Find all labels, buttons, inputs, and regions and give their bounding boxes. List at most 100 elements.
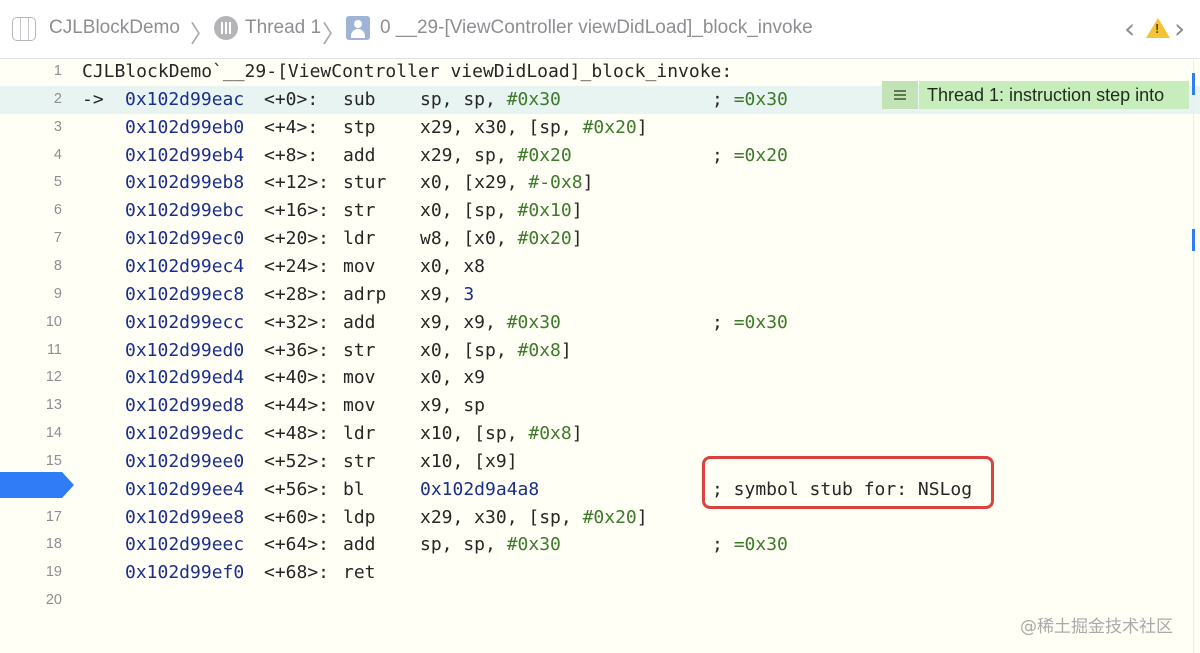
operands: x0, [x29, #-0x8] bbox=[420, 172, 594, 194]
jump-bar: CJLBlockDemo 〉 Thread 1 〉 0 __29-[ViewCo… bbox=[0, 0, 1200, 59]
code-line[interactable]: 19 0x102d99ef0 <+68>: ret bbox=[0, 559, 1200, 587]
instruction-offset: <+48>: bbox=[264, 423, 330, 445]
instruction-offset: <+8>: bbox=[264, 144, 319, 166]
code-line[interactable]: 9 0x102d99ec8 <+28>: adrp x9, 3 bbox=[0, 281, 1200, 309]
warning-mark: ! bbox=[1155, 21, 1160, 36]
instruction-address: 0x102d99eb4 bbox=[125, 144, 245, 166]
line-number[interactable]: 12 bbox=[0, 364, 62, 392]
line-number[interactable]: 11 bbox=[0, 337, 62, 365]
scroll-marker bbox=[1192, 73, 1195, 95]
instruction-address: 0x102d99ed8 bbox=[125, 395, 245, 417]
line-number[interactable]: 8 bbox=[0, 253, 62, 281]
instruction-offset: <+56>: bbox=[264, 478, 330, 500]
instruction-offset: <+52>: bbox=[264, 450, 330, 472]
instruction-offset: <+28>: bbox=[264, 283, 330, 305]
line-number[interactable]: 7 bbox=[0, 225, 62, 253]
line-number[interactable]: 19 bbox=[0, 559, 62, 587]
chevron-left-icon[interactable]: ‹ bbox=[1124, 12, 1135, 45]
code-line[interactable]: 3 0x102d99eb0 <+4>: stp x29, x30, [sp, #0x20… bbox=[0, 114, 1200, 142]
line-number[interactable]: 15 bbox=[0, 448, 62, 476]
operands: x10, [sp, #0x8] bbox=[420, 423, 583, 445]
instruction-offset: <+60>: bbox=[264, 506, 330, 528]
breadcrumb-frame[interactable]: 0 __29-[ViewController viewDidLoad]_bloc… bbox=[380, 17, 813, 39]
code-line[interactable]: 160x102d99ee4<+56>:bl0x102d9a4a8; symbol… bbox=[0, 476, 1200, 504]
instruction-offset: <+40>: bbox=[264, 367, 330, 389]
line-number[interactable]: 17 bbox=[0, 504, 62, 532]
instruction-address: 0x102d99ec0 bbox=[125, 228, 245, 250]
operands: x9, x9, #0x30 bbox=[420, 311, 561, 333]
hamburger-icon[interactable] bbox=[882, 81, 918, 109]
instruction-address: 0x102d99ed4 bbox=[125, 367, 245, 389]
instruction-address: 0x102d99ef0 bbox=[125, 562, 245, 584]
instruction-address: 0x102d99ee0 bbox=[125, 450, 245, 472]
line-number[interactable]: 2 bbox=[0, 86, 62, 114]
comment: ; =0x20 bbox=[712, 144, 788, 166]
mnemonic: ldr bbox=[343, 423, 376, 445]
line-number[interactable]: 5 bbox=[0, 169, 62, 197]
instruction-offset: <+0>: bbox=[264, 88, 319, 110]
highlight-callout bbox=[702, 456, 994, 509]
line-number[interactable]: 10 bbox=[0, 309, 62, 337]
instruction-address: 0x102d99ec4 bbox=[125, 255, 245, 277]
thread-icon[interactable] bbox=[214, 16, 238, 40]
operands: x0, [sp, #0x8] bbox=[420, 339, 572, 361]
instruction-address: 0x102d99eb8 bbox=[125, 172, 245, 194]
mnemonic: str bbox=[343, 450, 376, 472]
mnemonic: stur bbox=[343, 172, 387, 194]
chevron-right-nav-icon[interactable]: › bbox=[1174, 12, 1185, 45]
breadcrumb-thread[interactable]: Thread 1 bbox=[245, 17, 321, 39]
line-number[interactable]: 4 bbox=[0, 142, 62, 170]
code-line[interactable]: 15 0x102d99ee0 <+52>: str x10, [x9] bbox=[0, 448, 1200, 476]
code-line[interactable]: 4 0x102d99eb4 <+8>: add x29, sp, #0x20 ; =0x2… bbox=[0, 142, 1200, 170]
line-number[interactable]: 9 bbox=[0, 281, 62, 309]
code-line[interactable]: 20 bbox=[0, 587, 1200, 615]
comment: ; =0x30 bbox=[712, 88, 788, 110]
line-number[interactable]: 14 bbox=[0, 420, 62, 448]
thread-annotation: Thread 1: instruction step into bbox=[919, 81, 1189, 109]
operands: x10, [x9] bbox=[420, 450, 518, 472]
mnemonic: str bbox=[343, 339, 376, 361]
line-number[interactable]: 18 bbox=[0, 531, 62, 559]
instruction-offset: <+20>: bbox=[264, 228, 330, 250]
instruction-offset: <+68>: bbox=[264, 562, 330, 584]
line-number[interactable]: 20 bbox=[0, 587, 62, 615]
instruction-offset: <+64>: bbox=[264, 534, 330, 556]
line-number[interactable]: 3 bbox=[0, 114, 62, 142]
operands: x0, x8 bbox=[420, 255, 486, 277]
mnemonic: add bbox=[343, 144, 376, 166]
mnemonic: ret bbox=[343, 562, 376, 584]
stack-frame-icon[interactable] bbox=[346, 16, 370, 40]
operands: x29, x30, [sp, #0x20] bbox=[420, 506, 648, 528]
code-line[interactable]: 10 0x102d99ecc <+32>: add x9, x9, #0x30 ; =0x… bbox=[0, 309, 1200, 337]
breakpoint-indicator[interactable] bbox=[0, 472, 74, 498]
instruction-offset: <+24>: bbox=[264, 255, 330, 277]
code-line[interactable]: 14 0x102d99edc <+48>: ldr x10, [sp, #0x8] bbox=[0, 420, 1200, 448]
code-line[interactable]: 12 0x102d99ed4 <+40>: mov x0, x9 bbox=[0, 364, 1200, 392]
code-line[interactable]: 7 0x102d99ec0 <+20>: ldr w8, [x0, #0x20] bbox=[0, 225, 1200, 253]
code-line[interactable]: 5 0x102d99eb8 <+12>: stur x0, [x29, #-0x8] bbox=[0, 169, 1200, 197]
mnemonic: add bbox=[343, 311, 376, 333]
line-number[interactable]: 6 bbox=[0, 197, 62, 225]
code-line[interactable]: 8 0x102d99ec4 <+24>: mov x0, x8 bbox=[0, 253, 1200, 281]
pc-arrow: -> bbox=[82, 88, 104, 110]
operands: x0, x9 bbox=[420, 367, 486, 389]
line-number[interactable]: 1 bbox=[0, 58, 62, 86]
code-line[interactable]: 17 0x102d99ee8 <+60>: ldp x29, x30, [sp, #0x… bbox=[0, 504, 1200, 532]
instruction-offset: <+4>: bbox=[264, 116, 319, 138]
line-number[interactable]: 13 bbox=[0, 392, 62, 420]
disassembly-view[interactable]: 1 CJLBlockDemo`__29-[ViewController viewD… bbox=[0, 58, 1200, 653]
scroll-track[interactable] bbox=[1193, 58, 1194, 653]
code-line[interactable]: 11 0x102d99ed0 <+36>: str x0, [sp, #0x8] bbox=[0, 337, 1200, 365]
operands: x9, sp bbox=[420, 395, 486, 417]
code-line[interactable]: 13 0x102d99ed8 <+44>: mov x9, sp bbox=[0, 392, 1200, 420]
app-icon[interactable] bbox=[12, 17, 36, 41]
operands: sp, sp, #0x30 bbox=[420, 534, 561, 556]
instruction-offset: <+32>: bbox=[264, 311, 330, 333]
instruction-address: 0x102d99ee8 bbox=[125, 506, 245, 528]
code-line[interactable]: 18 0x102d99eec <+64>: add sp, sp, #0x30 ; =0x… bbox=[0, 531, 1200, 559]
instruction-address: 0x102d99ebc bbox=[125, 200, 245, 222]
mnemonic: mov bbox=[343, 395, 376, 417]
mnemonic: adrp bbox=[343, 283, 387, 305]
breadcrumb-app[interactable]: CJLBlockDemo bbox=[49, 17, 180, 39]
code-line[interactable]: 6 0x102d99ebc <+16>: str x0, [sp, #0x10] bbox=[0, 197, 1200, 225]
